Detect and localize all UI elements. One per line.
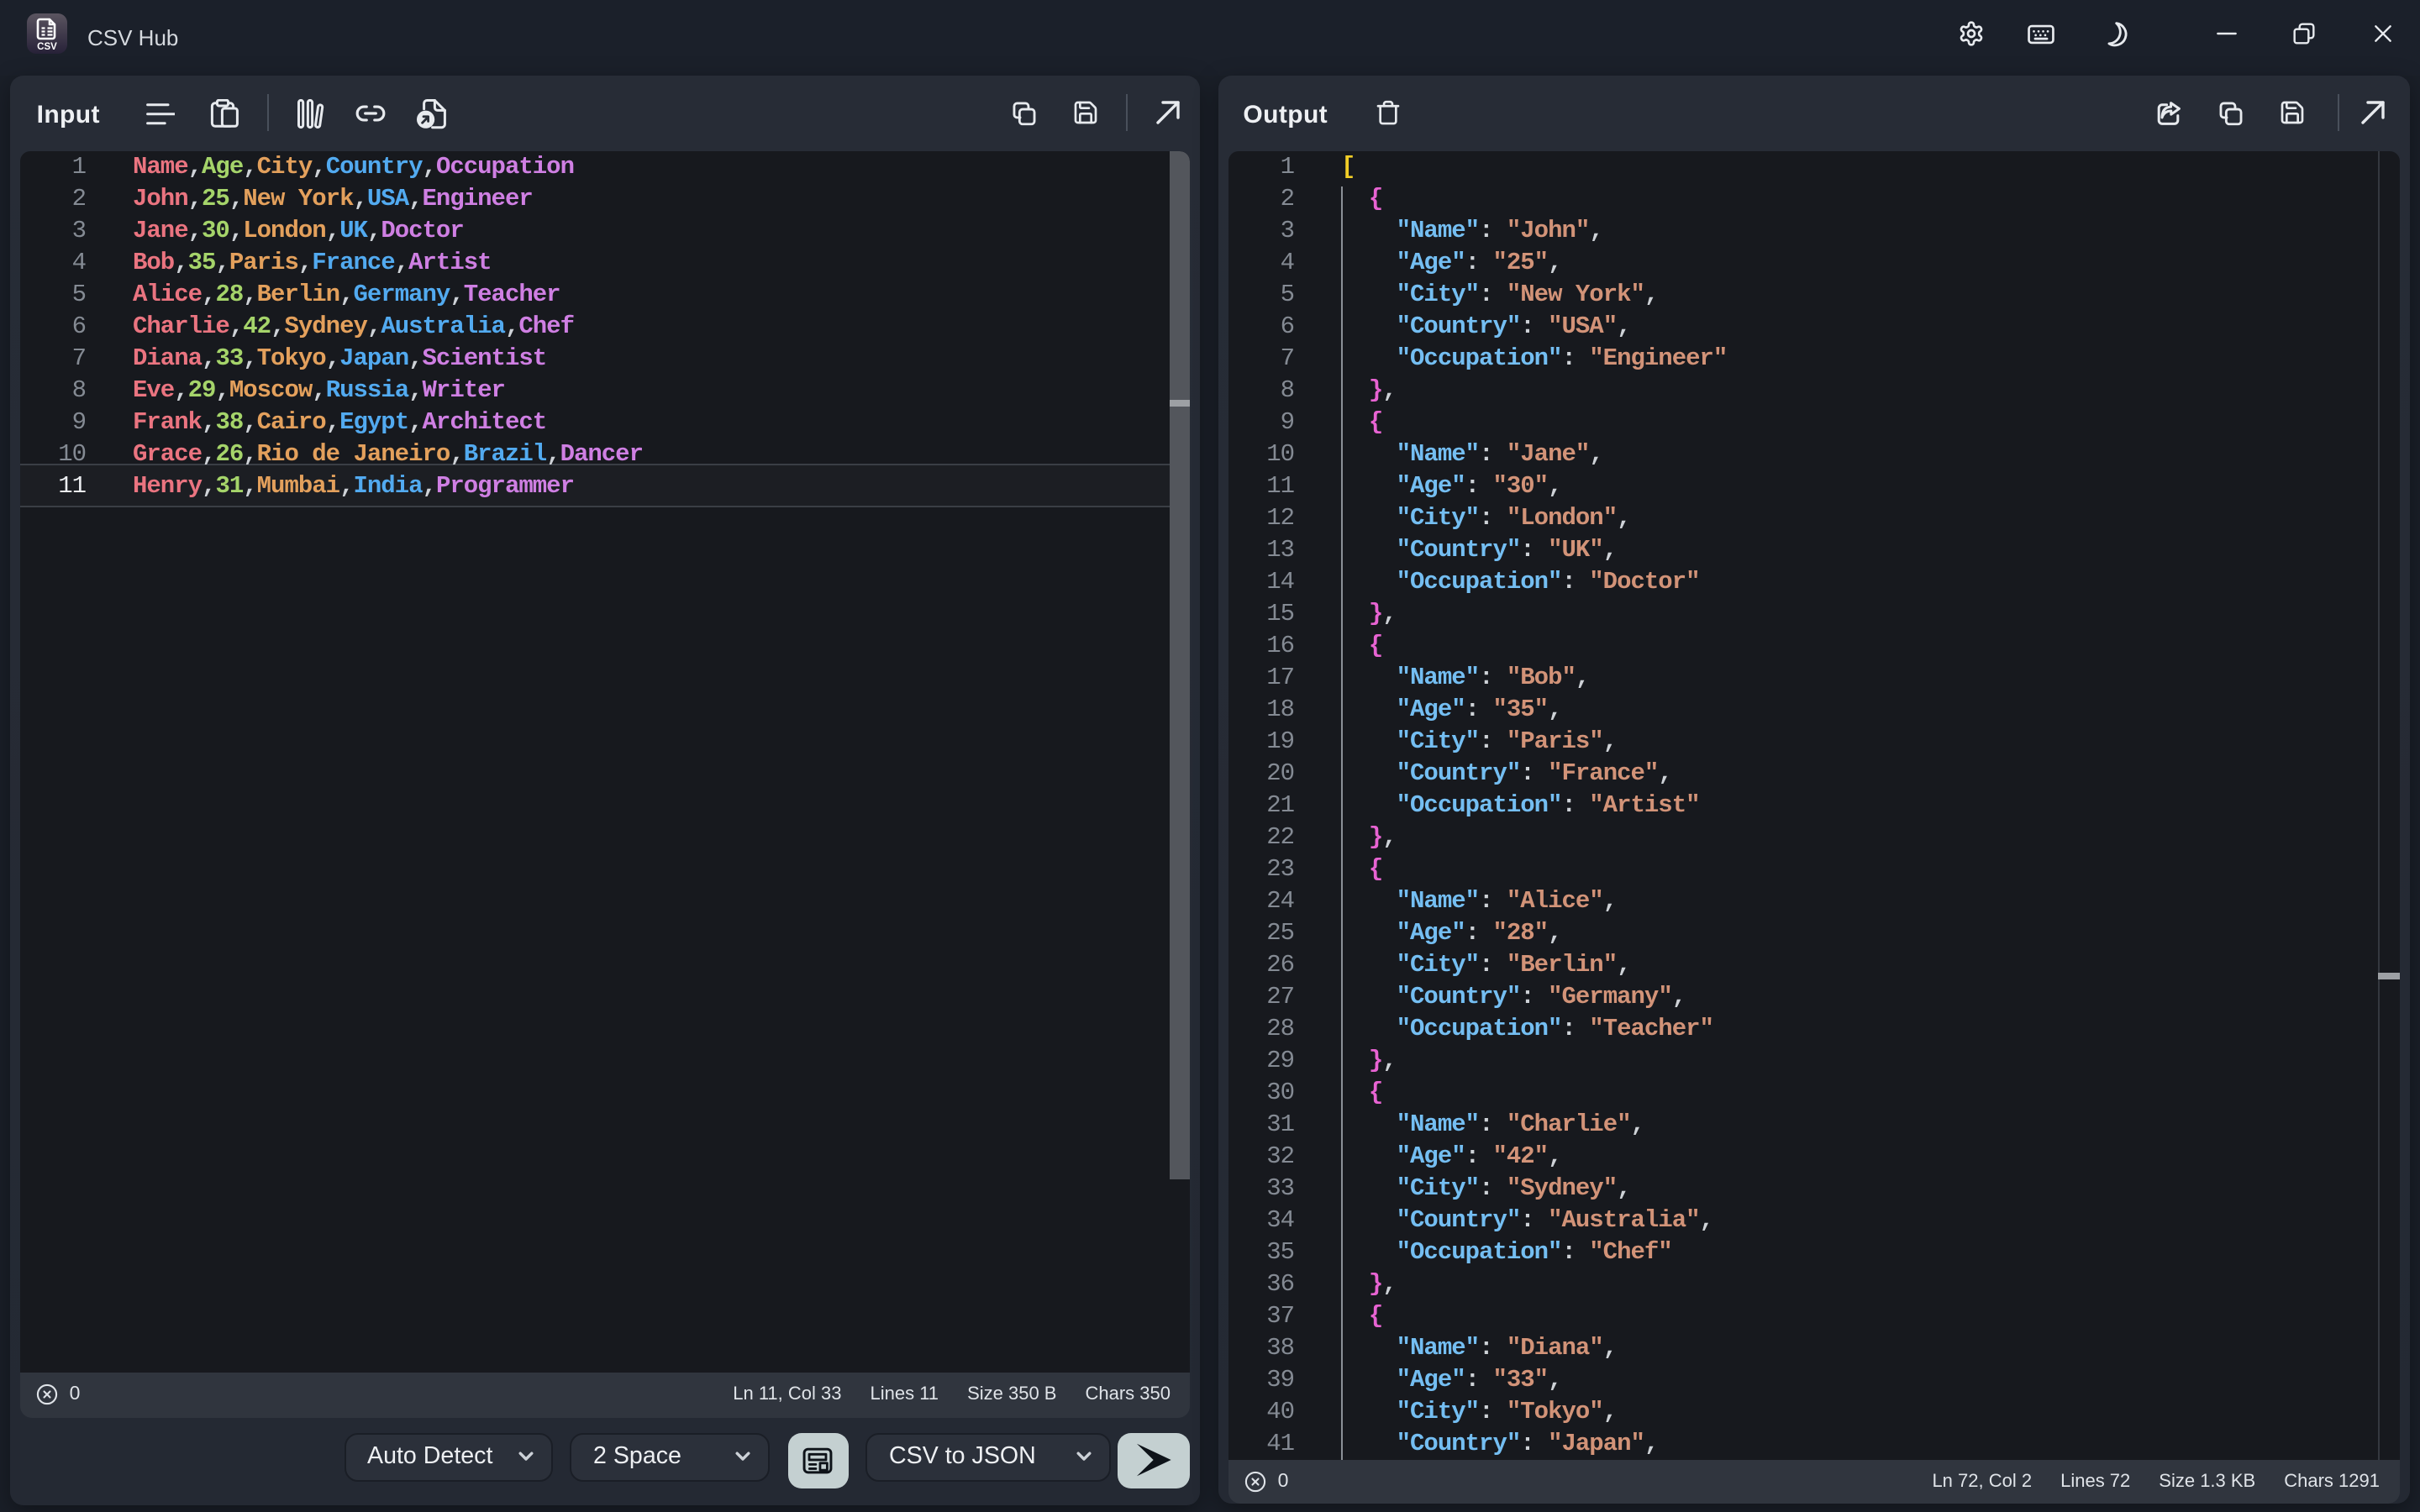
svg-text:CSV: CSV: [37, 42, 57, 52]
